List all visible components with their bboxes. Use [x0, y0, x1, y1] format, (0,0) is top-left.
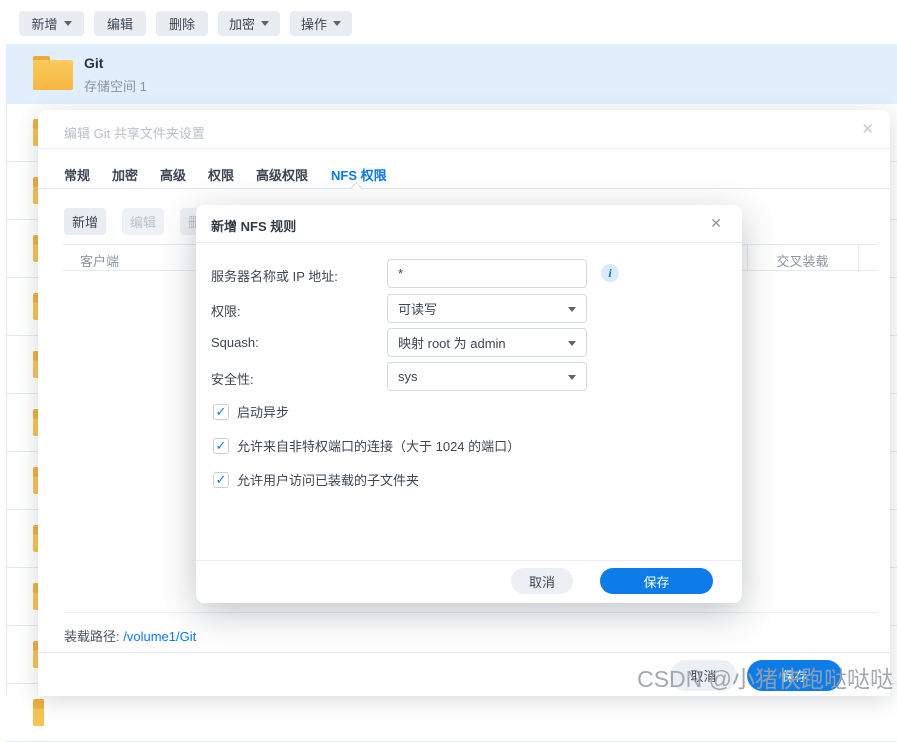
- column-header-client[interactable]: 客户端: [80, 251, 119, 270]
- modal-save-button[interactable]: 保存: [600, 568, 713, 594]
- checkbox-check-icon: ✓: [213, 404, 229, 420]
- column-header-crossmnt[interactable]: 交叉装载: [747, 251, 858, 270]
- security-label: 安全性:: [211, 369, 254, 388]
- folder-row-git[interactable]: Git 存储空间 1: [6, 44, 897, 104]
- divider: [196, 242, 742, 243]
- nonprivileged-port-checkbox[interactable]: ✓ 允许来自非特权端口的连接（大于 1024 的端口）: [213, 436, 520, 455]
- squash-select[interactable]: 映射 root 为 admin: [387, 328, 587, 357]
- close-icon[interactable]: ✕: [861, 120, 874, 138]
- encrypt-button-label: 加密: [229, 14, 255, 33]
- divider: [38, 148, 890, 149]
- divider: [196, 560, 742, 561]
- edit-button[interactable]: 编辑: [94, 11, 146, 36]
- divider: [38, 652, 890, 653]
- chevron-down-icon: [568, 307, 576, 312]
- delete-button[interactable]: 删除: [156, 11, 208, 36]
- folder-icon: [33, 699, 44, 726]
- privilege-select-value: 可读写: [398, 299, 437, 318]
- chevron-down-icon: [261, 21, 269, 26]
- main-toolbar: 新增 编辑 删除 加密 操作: [0, 0, 897, 44]
- checkbox-check-icon: ✓: [213, 472, 229, 488]
- modal-cancel-button[interactable]: 取消: [511, 568, 573, 594]
- chevron-down-icon: [568, 375, 576, 380]
- nfs-edit-button[interactable]: 编辑: [122, 208, 164, 235]
- tab-encrypt[interactable]: 加密: [112, 165, 138, 184]
- server-ip-input[interactable]: [387, 259, 587, 288]
- folder-location: 存储空间 1: [84, 76, 147, 95]
- action-button[interactable]: 操作: [290, 11, 352, 36]
- column-divider: [858, 245, 859, 272]
- add-nfs-rule-modal: 新增 NFS 规则 ✕ 服务器名称或 IP 地址: i 权限: 可读写 Squa…: [196, 205, 742, 603]
- security-select[interactable]: sys: [387, 362, 587, 391]
- server-ip-label: 服务器名称或 IP 地址:: [211, 266, 338, 285]
- chevron-down-icon: [333, 21, 341, 26]
- tab-nfs-permission[interactable]: NFS 权限: [331, 165, 387, 184]
- edit-button-label: 编辑: [107, 14, 133, 33]
- folder-name: Git: [84, 55, 103, 71]
- encrypt-button[interactable]: 加密: [218, 11, 280, 36]
- tab-bar: 常规 加密 高级 权限 高级权限 NFS 权限: [38, 162, 890, 189]
- dialog-save-button[interactable]: 保存: [747, 660, 842, 691]
- mount-path-link[interactable]: /volume1/Git: [123, 629, 196, 644]
- squash-select-value: 映射 root 为 admin: [398, 333, 506, 352]
- dialog-cancel-button[interactable]: 取消: [670, 660, 737, 691]
- async-checkbox-label: 启动异步: [237, 402, 289, 421]
- checkbox-check-icon: ✓: [213, 438, 229, 454]
- tab-permission[interactable]: 权限: [208, 165, 234, 184]
- squash-label: Squash:: [211, 335, 259, 350]
- create-button-label: 新增: [31, 14, 57, 33]
- privilege-label: 权限:: [211, 301, 241, 320]
- tab-advanced[interactable]: 高级: [160, 165, 186, 184]
- create-button[interactable]: 新增: [19, 11, 84, 36]
- tab-general[interactable]: 常规: [64, 165, 90, 184]
- nfs-add-button[interactable]: 新增: [64, 208, 106, 235]
- privilege-select[interactable]: 可读写: [387, 294, 587, 323]
- crossmnt-checkbox-label: 允许用户访问已装载的子文件夹: [237, 470, 419, 489]
- close-icon[interactable]: ✕: [710, 215, 722, 232]
- dialog-title: 编辑 Git 共享文件夹设置: [64, 123, 205, 142]
- tab-advanced-permission[interactable]: 高级权限: [256, 165, 308, 184]
- mount-path-label: 装载路径:: [64, 629, 120, 644]
- chevron-down-icon: [568, 341, 576, 346]
- info-icon[interactable]: i: [601, 264, 619, 282]
- async-checkbox[interactable]: ✓ 启动异步: [213, 402, 289, 421]
- folder-icon: [33, 56, 73, 90]
- chevron-down-icon: [64, 21, 72, 26]
- modal-title: 新增 NFS 规则: [211, 216, 296, 235]
- security-select-value: sys: [398, 369, 418, 384]
- nonprivileged-port-checkbox-label: 允许来自非特权端口的连接（大于 1024 的端口）: [237, 436, 520, 455]
- mount-path: 装载路径: /volume1/Git: [64, 626, 196, 645]
- action-button-label: 操作: [301, 14, 327, 33]
- delete-button-label: 删除: [169, 14, 195, 33]
- crossmnt-checkbox[interactable]: ✓ 允许用户访问已装载的子文件夹: [213, 470, 419, 489]
- divider: [64, 612, 878, 613]
